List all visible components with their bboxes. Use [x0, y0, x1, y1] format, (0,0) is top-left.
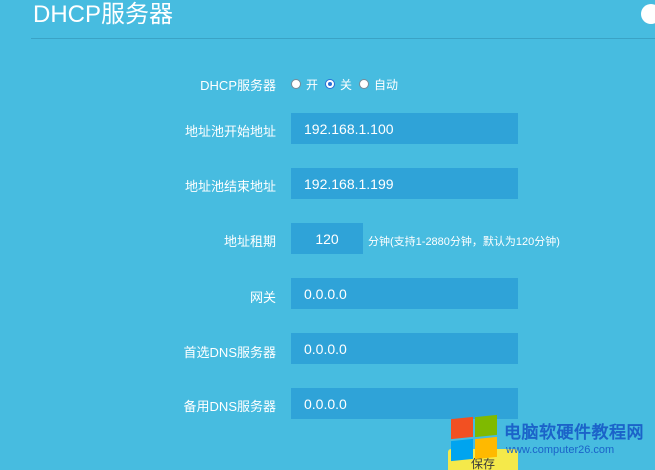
dhcp-radio-auto[interactable]: 自动 [359, 76, 398, 93]
pool-start-label: 地址池开始地址 [184, 124, 276, 139]
dhcp-radio-on[interactable]: 开 [291, 76, 318, 93]
page-title: DHCP服务器 [33, 1, 174, 28]
dhcp-radio-group: 开 关 自动 [291, 75, 405, 93]
primary-dns-input[interactable] [291, 333, 518, 364]
radio-on-icon[interactable] [291, 79, 301, 89]
radio-auto-icon[interactable] [359, 79, 370, 89]
lease-hint: 分钟(支持1-2880分钟，默认为120分钟) [368, 236, 560, 248]
dhcp-radio-off[interactable]: 关 [325, 76, 352, 93]
pool-start-input[interactable] [291, 113, 518, 144]
radio-auto-label: 自动 [374, 77, 399, 92]
radio-on-label: 开 [306, 77, 319, 92]
lease-label: 地址租期 [223, 234, 276, 249]
radio-off-label: 关 [340, 77, 353, 92]
title-divider [31, 38, 655, 39]
primary-dns-label: 首选DNS服务器 [183, 345, 276, 360]
pool-end-input[interactable] [291, 168, 518, 199]
backup-dns-label: 备用DNS服务器 [183, 399, 276, 414]
corner-icon[interactable] [641, 4, 655, 24]
watermark-title: 电脑软硬件教程网 [504, 423, 644, 443]
gateway-label: 网关 [249, 290, 276, 305]
dhcp-server-label: DHCP服务器 [200, 78, 276, 93]
watermark: 电脑软硬件教程网 www.computer26.com [448, 414, 655, 470]
pool-end-label: 地址池结束地址 [184, 179, 276, 194]
lease-input[interactable] [291, 223, 363, 254]
watermark-url: www.computer26.com [506, 444, 615, 456]
gateway-input[interactable] [291, 278, 518, 309]
radio-off-icon[interactable] [325, 79, 336, 89]
windows-logo-icon [451, 414, 499, 462]
